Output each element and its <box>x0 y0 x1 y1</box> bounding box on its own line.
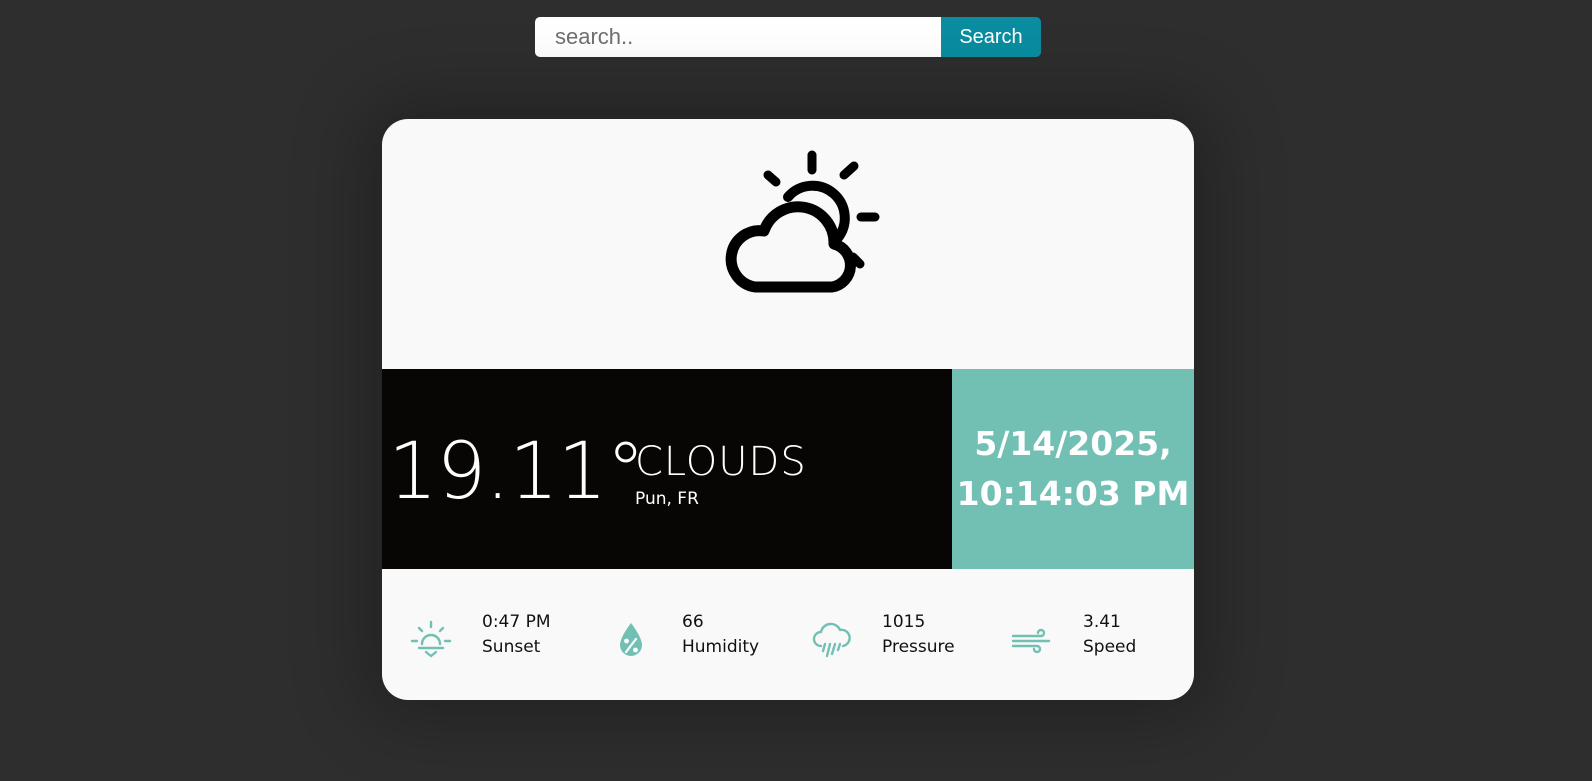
stat-speed-label: Speed <box>1083 637 1137 657</box>
date-text: 5/14/2025, <box>974 424 1172 463</box>
temperature-value: 19.11° <box>388 427 645 517</box>
weather-condition: CLOUDS <box>635 439 807 485</box>
partly-cloudy-icon <box>725 150 880 293</box>
stat-sunset-value: 0:47 PM <box>482 612 551 632</box>
search-bar: Search <box>535 17 1041 57</box>
stat-sunset-label: Sunset <box>482 637 541 657</box>
temperature-panel: 19.11° CLOUDS Pun, FR <box>382 369 952 569</box>
time-text: 10:14:03 PM <box>956 474 1190 513</box>
weather-icon-area <box>382 119 1194 369</box>
stat-humidity-label: Humidity <box>682 637 760 657</box>
search-input[interactable] <box>535 17 941 57</box>
humidity-icon <box>620 623 642 656</box>
weather-stats: 0:47 PM Sunset 66 Humidity 1015 Pressure… <box>382 569 1194 700</box>
search-button[interactable]: Search <box>941 17 1041 57</box>
location-label: Pun, FR <box>635 489 699 509</box>
wind-icon <box>1011 628 1051 654</box>
datetime-panel: 5/14/2025, 10:14:03 PM <box>952 369 1194 569</box>
pressure-rain-cloud-icon <box>812 622 851 658</box>
stat-humidity-value: 66 <box>682 612 704 632</box>
stat-pressure-value: 1015 <box>882 612 926 632</box>
stat-pressure-label: Pressure <box>882 637 955 657</box>
weather-info-band: 19.11° CLOUDS Pun, FR 5/14/2025, 10:14:0… <box>382 369 1194 569</box>
weather-card: 19.11° CLOUDS Pun, FR 5/14/2025, 10:14:0… <box>382 119 1194 700</box>
stat-speed-value: 3.41 <box>1083 612 1121 632</box>
sunset-icon <box>410 620 452 658</box>
